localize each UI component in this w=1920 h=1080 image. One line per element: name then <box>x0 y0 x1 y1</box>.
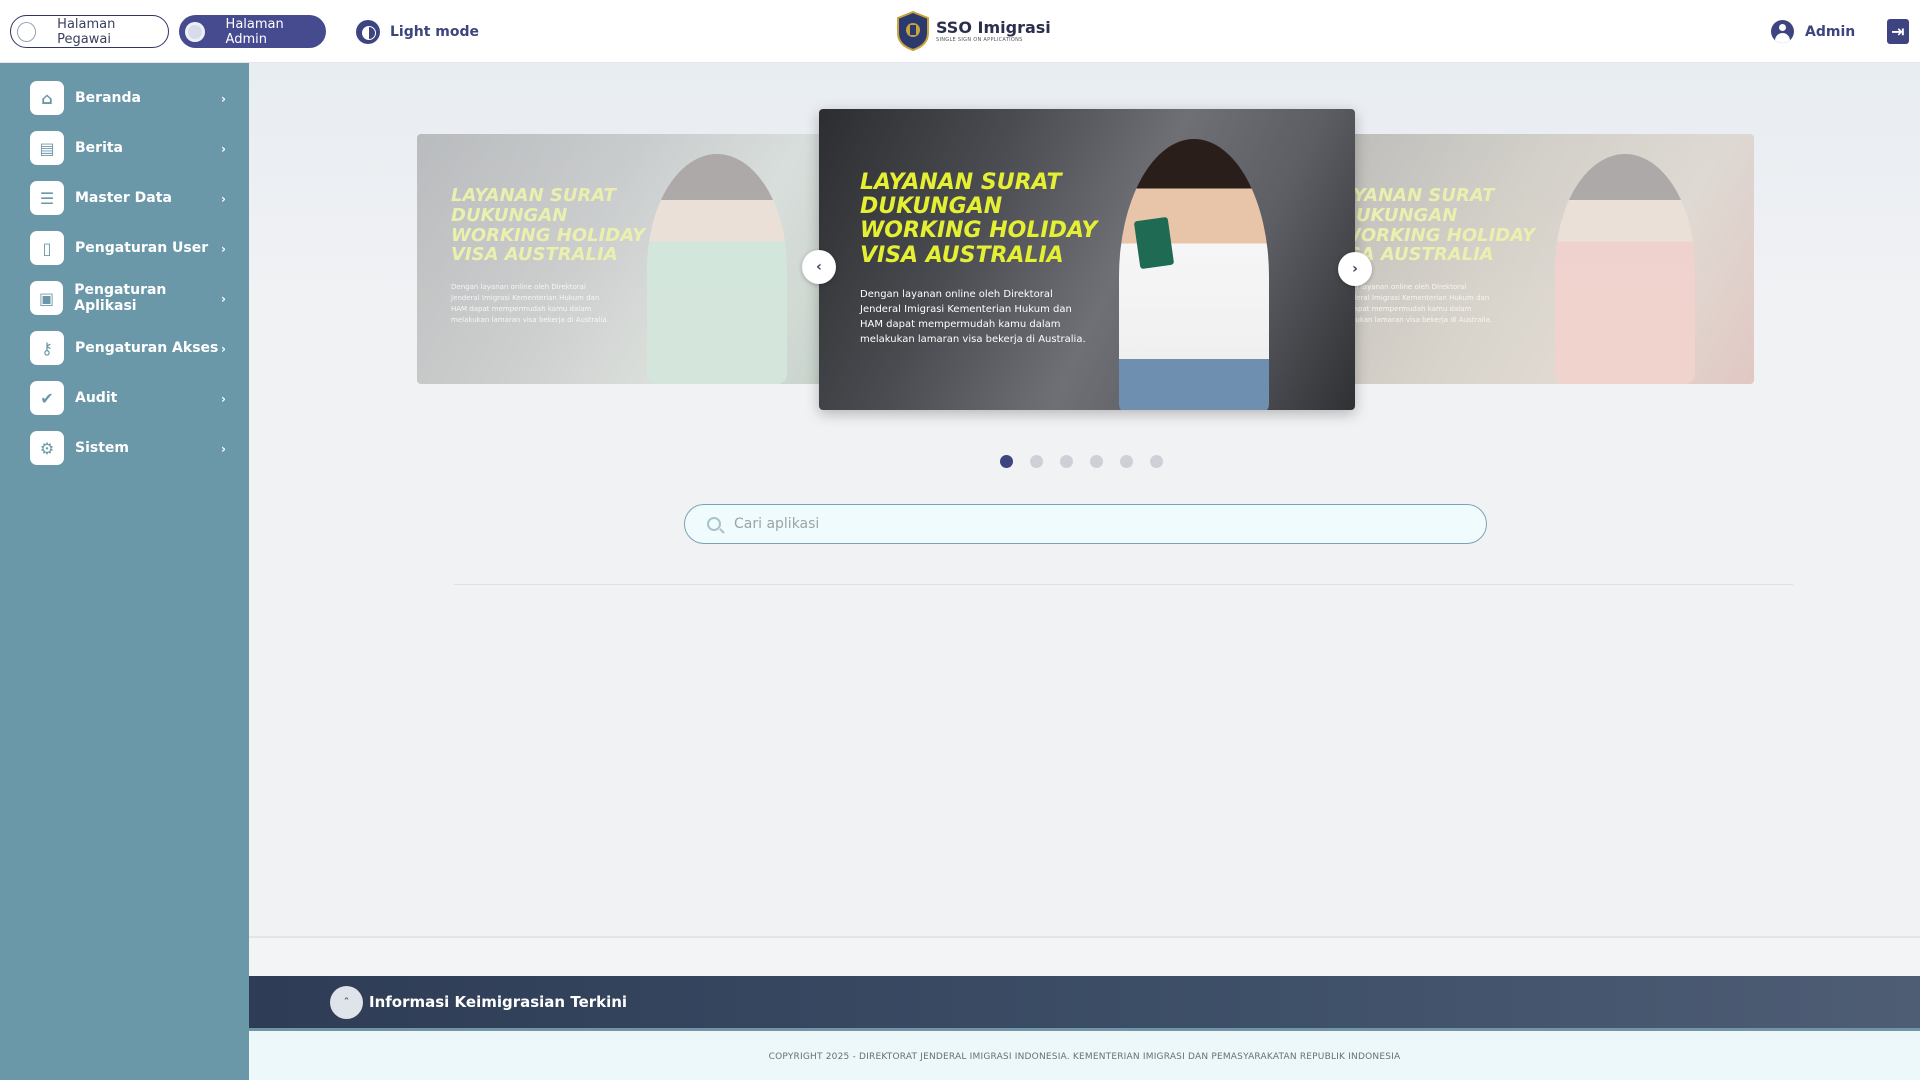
sidebar-item-pengaturan-aplikasi[interactable]: ▣ Pengaturan Aplikasi › <box>30 280 230 316</box>
carousel-slide-prev[interactable]: LAYANAN SURAT DUKUNGAN WORKING HOLIDAY V… <box>417 134 827 384</box>
chevron-right-icon: › <box>221 142 226 156</box>
sidebar-item-label: Sistem <box>75 440 129 456</box>
key-icon: ⚷ <box>30 331 64 365</box>
sidebar-item-master-data[interactable]: ☰ Master Data › <box>30 180 230 216</box>
contrast-icon <box>356 20 380 44</box>
footer: COPYRIGHT 2025 - DIREKTORAT JENDERAL IMI… <box>249 1034 1920 1080</box>
carousel-dot[interactable] <box>1030 455 1043 468</box>
chevron-right-icon: › <box>1352 261 1358 277</box>
info-bar-title: Informasi Keimigrasian Terkini <box>369 993 628 1011</box>
user-label: Admin <box>1805 23 1856 40</box>
search-icon <box>707 517 721 531</box>
user-badge-icon: ▯ <box>30 231 64 265</box>
halaman-admin-toggle[interactable]: Halaman Admin <box>179 15 326 48</box>
carousel-dot[interactable] <box>1150 455 1163 468</box>
divider <box>454 584 1793 585</box>
gear-icon: ⚙ <box>30 431 64 465</box>
brand[interactable]: SSO Imigrasi SINGLE SIGN ON APPLICATIONS <box>896 9 1051 53</box>
database-icon: ☰ <box>30 181 64 215</box>
carousel-slide-active[interactable]: LAYANAN SURAT DUKUNGAN WORKING HOLIDAY V… <box>819 109 1355 410</box>
info-bar: ˆ Informasi Keimigrasian Terkini <box>249 976 1920 1031</box>
sidebar-item-label: Master Data <box>75 190 172 206</box>
slide-headline: LAYANAN SURAT DUKUNGAN WORKING HOLIDAY V… <box>860 170 1098 268</box>
main-content: LAYANAN SURAT DUKUNGAN WORKING HOLIDAY V… <box>249 63 1920 937</box>
radio-off-icon <box>17 21 37 42</box>
sidebar-item-label: Pengaturan Akses <box>75 340 219 356</box>
sidebar-item-berita[interactable]: ▤ Berita › <box>30 130 230 166</box>
sidebar-item-label: Beranda <box>75 90 141 106</box>
slide-headline: LAYANAN SURAT DUKUNGAN WORKING HOLIDAY V… <box>451 185 646 266</box>
user-avatar-icon <box>1771 20 1794 43</box>
carousel-dot[interactable] <box>1000 455 1013 468</box>
slide-description: Dengan layanan online oleh Direktoral Je… <box>860 289 1086 345</box>
chevron-right-icon: › <box>221 392 226 406</box>
slide-description: Dengan layanan online oleh Direktoral Je… <box>451 283 609 324</box>
sidebar-item-label: Berita <box>75 140 124 156</box>
top-bar: Halaman Pegawai Halaman Admin Light mode… <box>0 0 1920 63</box>
chevron-right-icon: › <box>221 292 226 306</box>
carousel-slide-next[interactable]: AYANAN SURAT DUKUNGAN WORKING HOLIDAY IS… <box>1335 134 1754 384</box>
home-icon: ⌂ <box>30 81 64 115</box>
halaman-admin-label: Halaman Admin <box>225 16 284 47</box>
check-shield-icon: ✔ <box>30 381 64 415</box>
chevron-right-icon: › <box>221 342 226 356</box>
radio-on-icon <box>185 21 205 42</box>
carousel-dot[interactable] <box>1120 455 1133 468</box>
theme-toggle-button[interactable]: Light mode <box>356 19 479 45</box>
app-icon: ▣ <box>30 281 64 315</box>
brand-title: SSO Imigrasi <box>936 18 1051 37</box>
info-bar-toggle-button[interactable]: ˆ <box>330 985 363 1019</box>
chevron-right-icon: › <box>221 192 226 206</box>
theme-label: Light mode <box>390 24 479 40</box>
logout-button[interactable]: ⇥ <box>1887 19 1909 44</box>
sidebar-item-label: Audit <box>75 390 118 406</box>
search-input[interactable] <box>734 516 1434 532</box>
sidebar-item-beranda[interactable]: ⌂ Beranda › <box>30 80 230 116</box>
carousel-dot[interactable] <box>1090 455 1103 468</box>
carousel-dot[interactable] <box>1060 455 1073 468</box>
slide-headline: AYANAN SURAT DUKUNGAN WORKING HOLIDAY IS… <box>1341 185 1536 266</box>
carousel-pagination <box>1000 455 1180 469</box>
carousel-prev-button[interactable]: ‹ <box>802 250 836 284</box>
chevron-right-icon: › <box>221 242 226 256</box>
brand-subtitle: SINGLE SIGN ON APPLICATIONS <box>936 37 1023 43</box>
chevron-right-icon: › <box>221 92 226 106</box>
sidebar-item-pengaturan-akses[interactable]: ⚷ Pengaturan Akses › <box>30 330 230 366</box>
slide-description: ngan layanan online oleh Direktoral Jend… <box>1341 283 1493 324</box>
carousel-next-button[interactable]: › <box>1338 252 1372 286</box>
divider <box>249 936 1920 938</box>
news-icon: ▤ <box>30 131 64 165</box>
imigrasi-logo-icon <box>897 11 929 51</box>
sidebar: ⌂ Beranda › ▤ Berita › ☰ Master Data › ▯… <box>0 63 249 1080</box>
chevron-left-icon: ‹ <box>816 259 822 275</box>
sidebar-item-sistem[interactable]: ⚙ Sistem › <box>30 430 230 466</box>
chevron-right-icon: › <box>221 442 226 456</box>
sidebar-item-label: Pengaturan Aplikasi <box>74 282 167 314</box>
user-menu[interactable]: Admin <box>1771 20 1855 43</box>
sidebar-item-audit[interactable]: ✔ Audit › <box>30 380 230 416</box>
sidebar-item-label: Pengaturan User <box>75 240 209 256</box>
copyright-text: COPYRIGHT 2025 - DIREKTORAT JENDERAL IMI… <box>768 1052 1401 1062</box>
sidebar-item-pengaturan-user[interactable]: ▯ Pengaturan User › <box>30 230 230 266</box>
chevron-up-icon: ˆ <box>343 995 350 1009</box>
halaman-pegawai-label: Halaman Pegawai <box>57 16 116 47</box>
logout-icon: ⇥ <box>1891 22 1905 41</box>
search-box <box>684 504 1487 544</box>
halaman-pegawai-toggle[interactable]: Halaman Pegawai <box>10 15 169 48</box>
